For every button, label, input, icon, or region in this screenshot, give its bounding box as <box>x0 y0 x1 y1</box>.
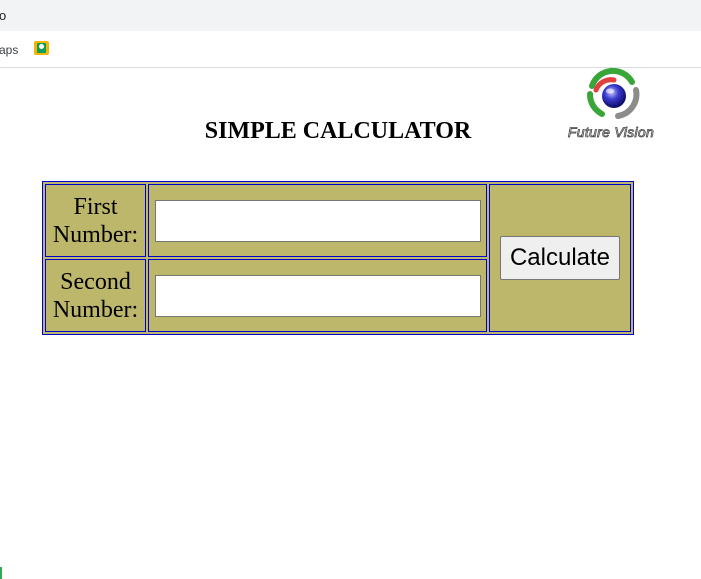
second-label-line1: Second <box>60 268 131 295</box>
calculator-table: First Number: Calculate Second Number: <box>42 181 634 335</box>
calculate-cell: Calculate <box>489 184 631 332</box>
status-indicator <box>0 567 2 579</box>
logo-emblem-icon <box>587 67 640 119</box>
bookmarks-bar: aps <box>0 31 701 68</box>
first-label-line2: Number: <box>52 221 139 248</box>
first-number-input[interactable] <box>154 199 481 242</box>
second-number-cell <box>148 259 487 332</box>
first-number-row: First Number: Calculate <box>45 184 631 332</box>
second-number-label: Second Number: <box>45 259 146 332</box>
first-label-line1: First <box>73 193 118 220</box>
browser-toolbar: o <box>0 0 701 31</box>
first-number-label: First Number: <box>45 184 146 257</box>
calculate-button[interactable]: Calculate <box>500 236 620 280</box>
second-number-input[interactable] <box>154 274 481 317</box>
user-bookmark-icon[interactable] <box>34 41 49 55</box>
bookmark-apps-link[interactable]: aps <box>0 43 18 57</box>
address-bar-text[interactable]: o <box>0 8 6 23</box>
first-number-cell <box>148 184 487 257</box>
logo-text: Future Vision <box>567 124 655 141</box>
second-label-line2: Number: <box>52 296 139 323</box>
future-vision-logo: Future Vision <box>556 67 666 146</box>
